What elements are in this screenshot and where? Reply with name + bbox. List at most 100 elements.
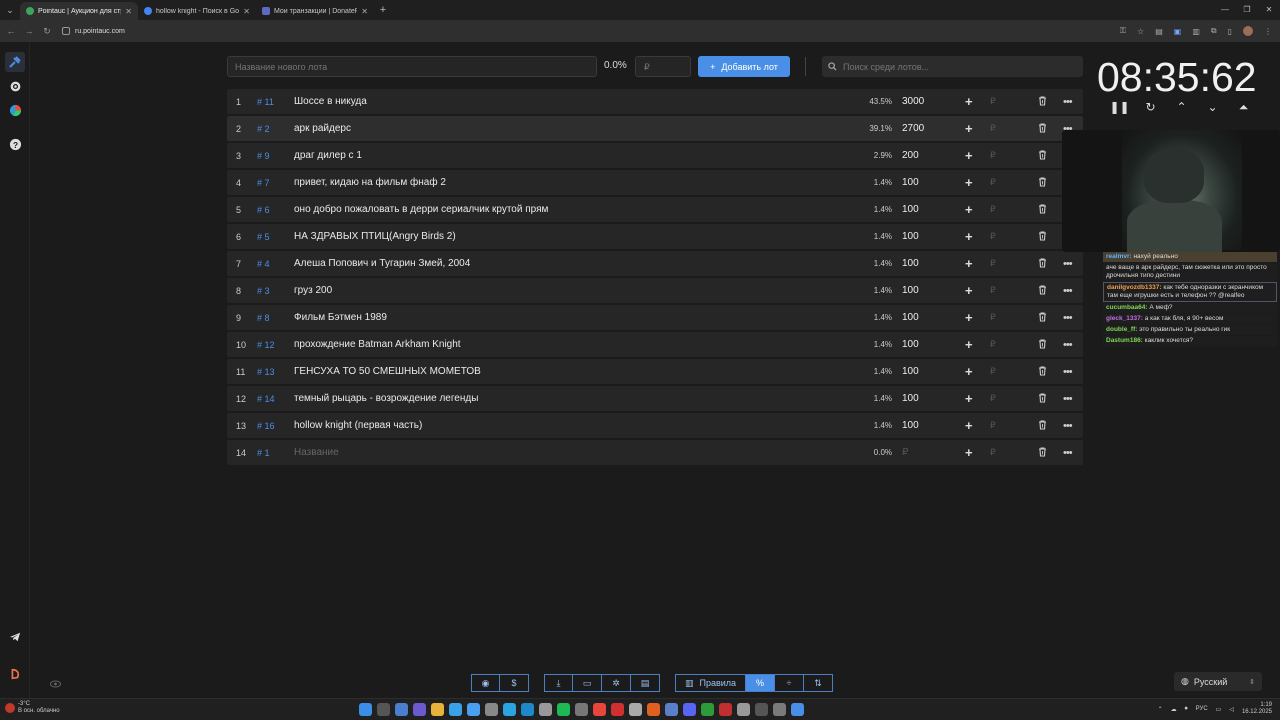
- tab-search-button[interactable]: ⌄: [0, 0, 20, 20]
- app-icon[interactable]: [575, 703, 588, 716]
- trash-icon[interactable]: [1038, 393, 1047, 406]
- bug-icon[interactable]: ✲: [602, 674, 631, 692]
- ruble-input[interactable]: ₽: [990, 96, 996, 107]
- help-icon[interactable]: ?: [5, 134, 25, 154]
- close-tab-icon[interactable]: ✕: [243, 7, 250, 16]
- translate-icon[interactable]: ▣: [1174, 27, 1182, 36]
- lot-name[interactable]: арк райдерс: [294, 123, 351, 134]
- trash-icon[interactable]: [1038, 123, 1047, 136]
- app-icon[interactable]: [755, 703, 768, 716]
- key-icon[interactable]: ⚿: [1120, 26, 1126, 36]
- app-icon[interactable]: [413, 703, 426, 716]
- more-icon[interactable]: •••: [1063, 312, 1073, 324]
- maximize-button[interactable]: ❐: [1236, 0, 1258, 20]
- add-lot-button[interactable]: + Добавить лот: [698, 56, 790, 77]
- trash-icon[interactable]: [1038, 285, 1047, 298]
- trash-icon[interactable]: [1038, 447, 1047, 460]
- more-icon[interactable]: •••: [1063, 393, 1073, 405]
- mic-icon[interactable]: ⏺: [1185, 706, 1188, 713]
- lot-amount[interactable]: 100: [902, 177, 919, 188]
- menu-kebab-icon[interactable]: ⋮: [1264, 27, 1272, 36]
- discord-icon[interactable]: [683, 703, 696, 716]
- trash-icon[interactable]: [1038, 339, 1047, 352]
- profile-avatar[interactable]: [1243, 26, 1253, 36]
- extension-icon[interactable]: ▤: [1155, 27, 1163, 36]
- donate-dollar-icon[interactable]: $: [500, 674, 529, 692]
- more-icon[interactable]: •••: [1063, 366, 1073, 378]
- new-lot-name-input[interactable]: [227, 56, 597, 77]
- steam-icon[interactable]: [521, 703, 534, 716]
- trash-icon[interactable]: [1038, 96, 1047, 109]
- history-icon[interactable]: ▤: [631, 674, 660, 692]
- lot-amount[interactable]: 100: [902, 339, 919, 350]
- telegram-icon[interactable]: [503, 703, 516, 716]
- tab-pointauc[interactable]: Pointauc | Аукцион для стримо ✕: [20, 2, 138, 20]
- lot-amount[interactable]: 3000: [902, 96, 924, 107]
- tab-donatepay[interactable]: Мои транзакции | DonatePay ✕: [256, 2, 374, 20]
- add-amount-icon[interactable]: +: [965, 418, 973, 433]
- lot-amount[interactable]: ₽: [902, 447, 908, 458]
- sort-icon[interactable]: ⇅: [804, 674, 833, 692]
- input-language[interactable]: РУС: [1196, 706, 1208, 712]
- download-icon[interactable]: ⤓: [544, 674, 573, 692]
- add-amount-icon[interactable]: +: [965, 337, 973, 352]
- trash-icon[interactable]: [1038, 231, 1047, 244]
- language-select[interactable]: ◍ Русский ⇕: [1174, 672, 1262, 691]
- search-icon[interactable]: [377, 703, 390, 716]
- more-icon[interactable]: •••: [1063, 285, 1073, 297]
- more-icon[interactable]: •••: [1063, 420, 1073, 432]
- reset-icon[interactable]: ↻: [1135, 100, 1166, 115]
- weather-widget[interactable]: -3°C В осн. облачно: [18, 701, 60, 715]
- ruble-input[interactable]: ₽: [990, 366, 996, 377]
- lot-amount[interactable]: 100: [902, 366, 919, 377]
- minimize-button[interactable]: —: [1214, 0, 1236, 20]
- github-icon[interactable]: ◉: [471, 674, 500, 692]
- new-tab-button[interactable]: +: [374, 4, 392, 16]
- ruble-input[interactable]: ₽: [990, 177, 996, 188]
- app-icon[interactable]: [539, 703, 552, 716]
- lot-name[interactable]: НА ЗДРАВЫХ ПТИЦ(Angry Birds 2): [294, 231, 456, 242]
- clock[interactable]: 1:19 16.12.2025: [1242, 702, 1272, 716]
- new-lot-price-input[interactable]: [635, 56, 691, 77]
- add-amount-icon[interactable]: +: [965, 283, 973, 298]
- lot-name[interactable]: прохождение Batman Arkham Knight: [294, 339, 461, 350]
- app-icon[interactable]: [449, 703, 462, 716]
- more-icon[interactable]: •••: [1063, 96, 1073, 108]
- chevron-up-icon[interactable]: ⌃: [1158, 706, 1163, 713]
- explorer-icon[interactable]: [431, 703, 444, 716]
- ruble-input[interactable]: ₽: [990, 231, 996, 242]
- double-chevron-up-icon[interactable]: ⏶: [1228, 100, 1259, 115]
- app-icon[interactable]: [773, 703, 786, 716]
- sidepanel-icon[interactable]: ▯: [1228, 27, 1232, 36]
- ruble-input[interactable]: ₽: [990, 447, 996, 458]
- lot-amount[interactable]: 100: [902, 258, 919, 269]
- lot-name[interactable]: Фильм Бэтмен 1989: [294, 312, 387, 323]
- lot-amount[interactable]: 100: [902, 312, 919, 323]
- app-icon[interactable]: [467, 703, 480, 716]
- chevron-up-icon[interactable]: ⌃: [1166, 100, 1197, 115]
- lot-name[interactable]: груз 200: [294, 285, 332, 296]
- lot-amount[interactable]: 100: [902, 420, 919, 431]
- auction-hammer-icon[interactable]: [5, 52, 25, 72]
- ruble-input[interactable]: ₽: [990, 312, 996, 323]
- add-amount-icon[interactable]: +: [965, 391, 973, 406]
- ruble-input[interactable]: ₽: [990, 420, 996, 431]
- add-amount-icon[interactable]: +: [965, 202, 973, 217]
- close-window-button[interactable]: ✕: [1258, 0, 1280, 20]
- tab-google[interactable]: hollow knight - Поиск в Googl ✕: [138, 2, 256, 20]
- ruble-input[interactable]: ₽: [990, 339, 996, 350]
- bookmark-star-icon[interactable]: ☆: [1137, 27, 1144, 36]
- telegram-icon[interactable]: [5, 627, 25, 647]
- extensions-puzzle-icon[interactable]: ⧉: [1211, 26, 1217, 36]
- lot-search-input[interactable]: [843, 61, 1073, 72]
- rules-button[interactable]: ▥ Правила: [675, 674, 746, 692]
- app-icon[interactable]: [611, 703, 624, 716]
- chevron-down-icon[interactable]: ⌄: [1197, 100, 1228, 115]
- wheel-icon[interactable]: [5, 100, 25, 120]
- reload-button[interactable]: ↻: [42, 26, 52, 37]
- lot-name[interactable]: оно добро пожаловать в дерри сериалчик к…: [294, 204, 548, 215]
- ruble-input[interactable]: ₽: [990, 150, 996, 161]
- more-icon[interactable]: •••: [1063, 447, 1073, 459]
- app-icon[interactable]: [647, 703, 660, 716]
- extension-icon-2[interactable]: ▥: [1192, 27, 1200, 36]
